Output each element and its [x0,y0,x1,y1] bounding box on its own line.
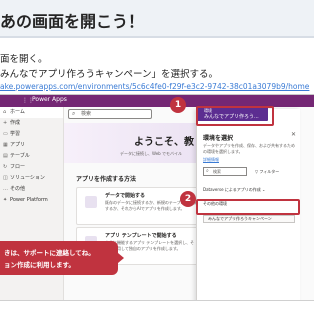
home-icon: ⌂ [3,109,7,115]
flow-icon: ↻ [3,164,8,170]
nav-item-flows[interactable]: ↻ フロー [0,162,63,173]
environment-url-link[interactable]: ake.powerapps.com/environments/5c6c4fe0-… [0,82,309,91]
table-icon: ▤ [3,153,8,159]
nav-label: アプリ [10,142,26,148]
plus-icon: + [3,120,8,126]
more-icon: … [3,186,8,192]
nav-item-learn[interactable]: ▭ 学習 [0,129,63,140]
tip-line-2: ョン作成に利用します。 [4,261,75,269]
left-nav: ⌂ ホーム + 作成 ▭ 学習 ▦ アプリ ▤ テーブル ↻ フロー ◫ ソリューション … そ… [0,107,64,314]
slide-title: あの画面を開こう！ [0,12,145,31]
nav-label: ソリューション [10,175,45,181]
card-description: 完全に機能するアプリ テンプレートを選択し、それを利用して独自のアプリを作成しま… [105,240,195,251]
power-platform-icon: ✦ [3,197,8,203]
welcome-hero: ようこそ、教 データに接続し、Web でモバイル [64,123,196,163]
nav-label: ホーム [10,109,25,115]
nav-label: 作成 [10,120,21,126]
tip-tail [118,253,124,263]
card-title: アプリ テンプレートで開始する [105,233,177,239]
search-icon: ⌕ [206,168,209,174]
step2-badge: 2 [180,191,196,207]
search-placeholder: 検索 [81,111,92,117]
slide-header: あの画面を開こう！ [0,0,314,38]
nav-label: フロー [10,164,26,170]
dataverse-group-toggle[interactable]: Dataverse によるアプリの作成 ⌄ [203,187,265,193]
panel-description: データやアプリを作成、保存、および共有するための環境を選択します。 [203,143,295,154]
nav-label: Power Platform [10,197,48,203]
tip-balloon: きは、サポートに連絡してね。 ョン作成に利用します。 [0,241,124,275]
step1-highlight [196,106,274,126]
welcome-heading: ようこそ、教 [134,137,194,148]
card-title: データで開始する [105,193,146,199]
learn-more-link[interactable]: 詳細情報 [203,157,219,163]
nav-label: テーブル [10,153,30,159]
nav-item-create[interactable]: + 作成 [0,118,63,129]
nav-label: その他 [10,186,26,192]
nav-item-solutions[interactable]: ◫ ソリューション [0,173,63,184]
data-icon [85,196,97,208]
nav-item-power-platform[interactable]: ✦ Power Platform [0,195,63,206]
apps-icon: ▦ [3,142,8,148]
filter-button[interactable]: ▽ フィルター [255,169,279,175]
nav-label: 学習 [10,131,21,137]
environment-option[interactable]: みんなでアプリ作ろうキャンペーン [203,215,295,223]
nav-item-more[interactable]: … その他 [0,184,63,195]
environment-search-input[interactable]: ⌕ 検索 [203,167,247,176]
welcome-subtext: データに接続し、Web でモバイル [120,151,182,156]
instruction-line-2: みんなでアプリ作ろうキャンペーン」を選択する。 [0,69,219,80]
search-icon: ⌕ [72,110,76,117]
book-icon: ▭ [3,131,8,137]
search-placeholder: 検索 [213,169,221,174]
solution-icon: ◫ [3,175,8,181]
nav-item-home[interactable]: ⌂ ホーム [0,107,63,118]
search-input[interactable]: ⌕ 検索 [68,109,152,119]
step2-highlight [196,199,300,215]
slide-footer-divider [0,300,314,314]
app-brand: Power Apps [32,96,67,103]
tip-line-1: きは、サポートに連絡してね。 [4,249,95,257]
panel-title: 環境を選択 [203,135,234,142]
instruction-line-1: 面を開く。 [0,54,48,65]
create-section-heading: アプリを作成する方法 [76,176,137,183]
nav-item-tables[interactable]: ▤ テーブル [0,151,63,162]
step1-badge: 1 [170,97,186,113]
nav-item-apps[interactable]: ▦ アプリ [0,140,63,151]
close-icon[interactable]: ✕ [291,131,296,138]
